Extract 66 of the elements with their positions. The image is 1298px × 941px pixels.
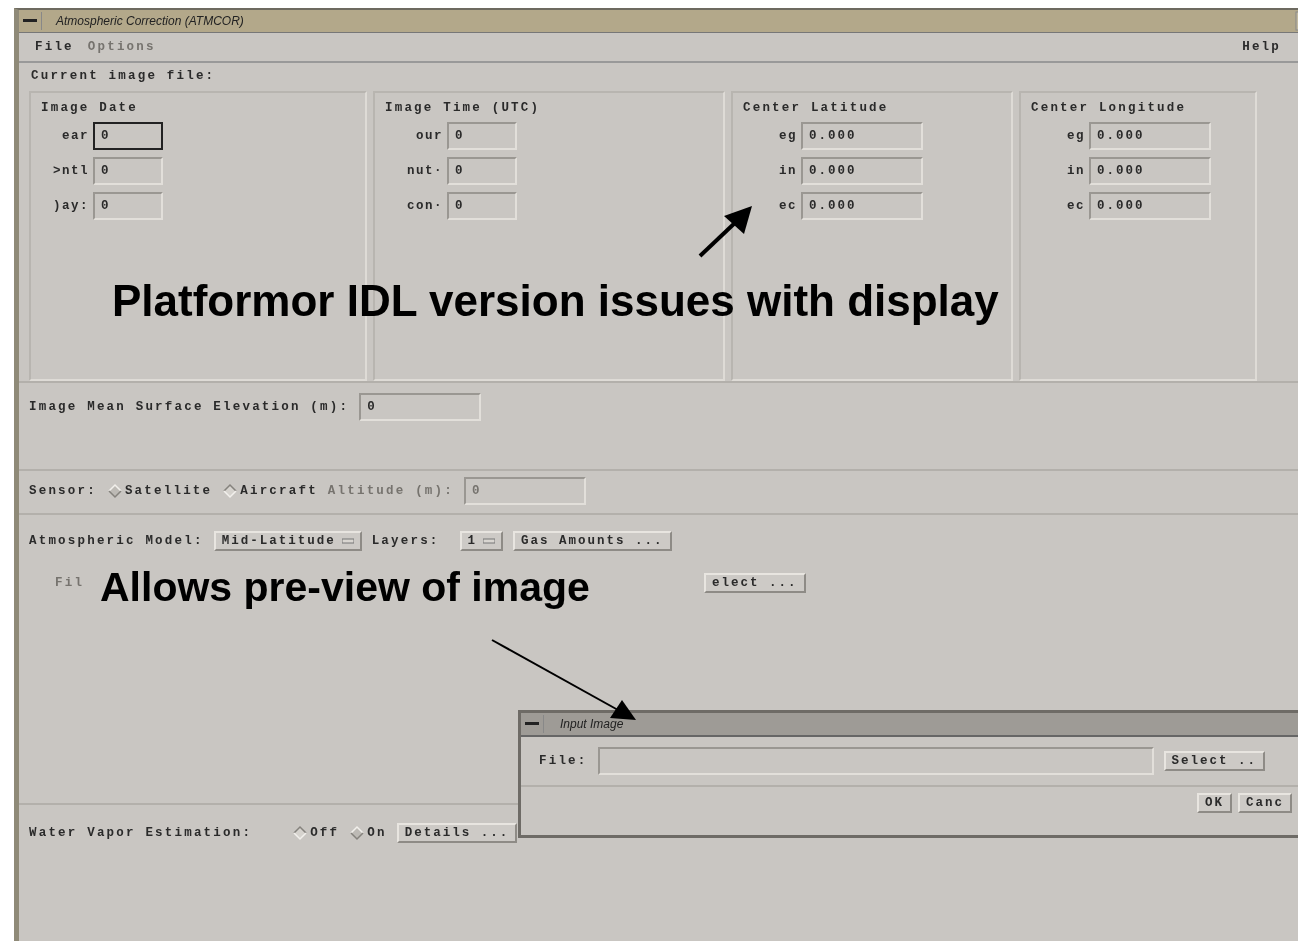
radio-label[interactable]: Aircraft [240,484,318,498]
input-field[interactable]: 0.000 [1089,122,1211,150]
select-button[interactable]: Select .. [1163,751,1266,771]
gas-amounts-button[interactable]: Gas Amounts ... [513,531,672,551]
arrow-icon [698,204,754,258]
window-menu-icon[interactable] [525,722,539,726]
input-field[interactable]: 0 [447,122,517,150]
radio-button[interactable] [106,483,123,499]
altitude-label: Altitude (m): [327,484,454,498]
dialog-button[interactable]: Canc [1238,793,1293,813]
file-label: File: [539,754,588,768]
input-field[interactable]: 0 [447,157,517,185]
radio-button[interactable] [222,483,239,499]
current-file-label: Current image file: [31,69,216,83]
input-field[interactable]: 0 [359,393,482,421]
field-label: ec [778,199,797,213]
field-label: con· [406,199,443,213]
water-vapor-label: Water Vapor Estimation: [29,826,253,840]
field-label: eg [778,129,797,143]
group-title: Center Latitude [743,101,890,115]
field-label: ear [61,129,89,143]
caret-icon [483,537,496,545]
input-field[interactable]: 0 [447,192,517,220]
field-label: ec [1066,199,1085,213]
input-field[interactable]: 0.000 [1089,192,1211,220]
details-button[interactable]: Details ... [396,823,518,843]
menu-item[interactable]: File [35,40,74,54]
atmospheric-model-label: Atmospheric Model: [29,534,204,548]
annotation-text: Platformor IDL version issues with display [112,276,999,326]
layers-label: Layers: [371,534,440,548]
dialog-title: Input Image [560,717,624,731]
elevation-label: Image Mean Surface Elevation (m): [29,400,350,414]
field-label: in [778,164,797,178]
window-title: Atmospheric Correction (ATMCOR) [56,14,244,28]
input-field[interactable]: 0 [93,122,163,150]
field-label: eg [1066,129,1085,143]
input-field[interactable]: 0.000 [801,157,923,185]
select-button[interactable]: elect ... [704,573,806,593]
radio-label[interactable]: On [367,826,387,840]
group-title: Center Longitude [1031,101,1188,115]
dialog-button[interactable]: OK [1197,793,1232,813]
radio-label[interactable]: Off [310,826,340,840]
field-label: )ay: [52,199,89,213]
window-menu-icon[interactable] [23,19,37,23]
help-menu[interactable]: Help [1242,40,1281,54]
group-title: Image Date [41,101,139,115]
field-label: in [1066,164,1085,178]
sensor-label: Sensor: [29,484,97,498]
layers-dropdown[interactable]: 1 [459,531,504,551]
file-label: Fil [55,576,85,590]
input-field[interactable] [597,747,1154,775]
input-field[interactable]: 0.000 [801,192,923,220]
group-title: Image Time (UTC) [385,101,542,115]
field-label: our [415,129,443,143]
field-label: nut· [406,164,443,178]
radio-button[interactable] [292,825,309,841]
caret-icon [341,537,354,545]
radio-label[interactable]: Satellite [124,484,213,498]
field-label: >ntl [52,164,89,178]
radio-button[interactable] [349,825,366,841]
input-field[interactable]: 0.000 [801,122,923,150]
input-field[interactable]: 0 [93,157,163,185]
annotation-text: Allows pre-view of image [100,564,590,611]
model-dropdown[interactable]: Mid-Latitude [213,531,362,551]
input-field[interactable]: 0.000 [1089,157,1211,185]
input-field[interactable]: 0 [93,192,163,220]
